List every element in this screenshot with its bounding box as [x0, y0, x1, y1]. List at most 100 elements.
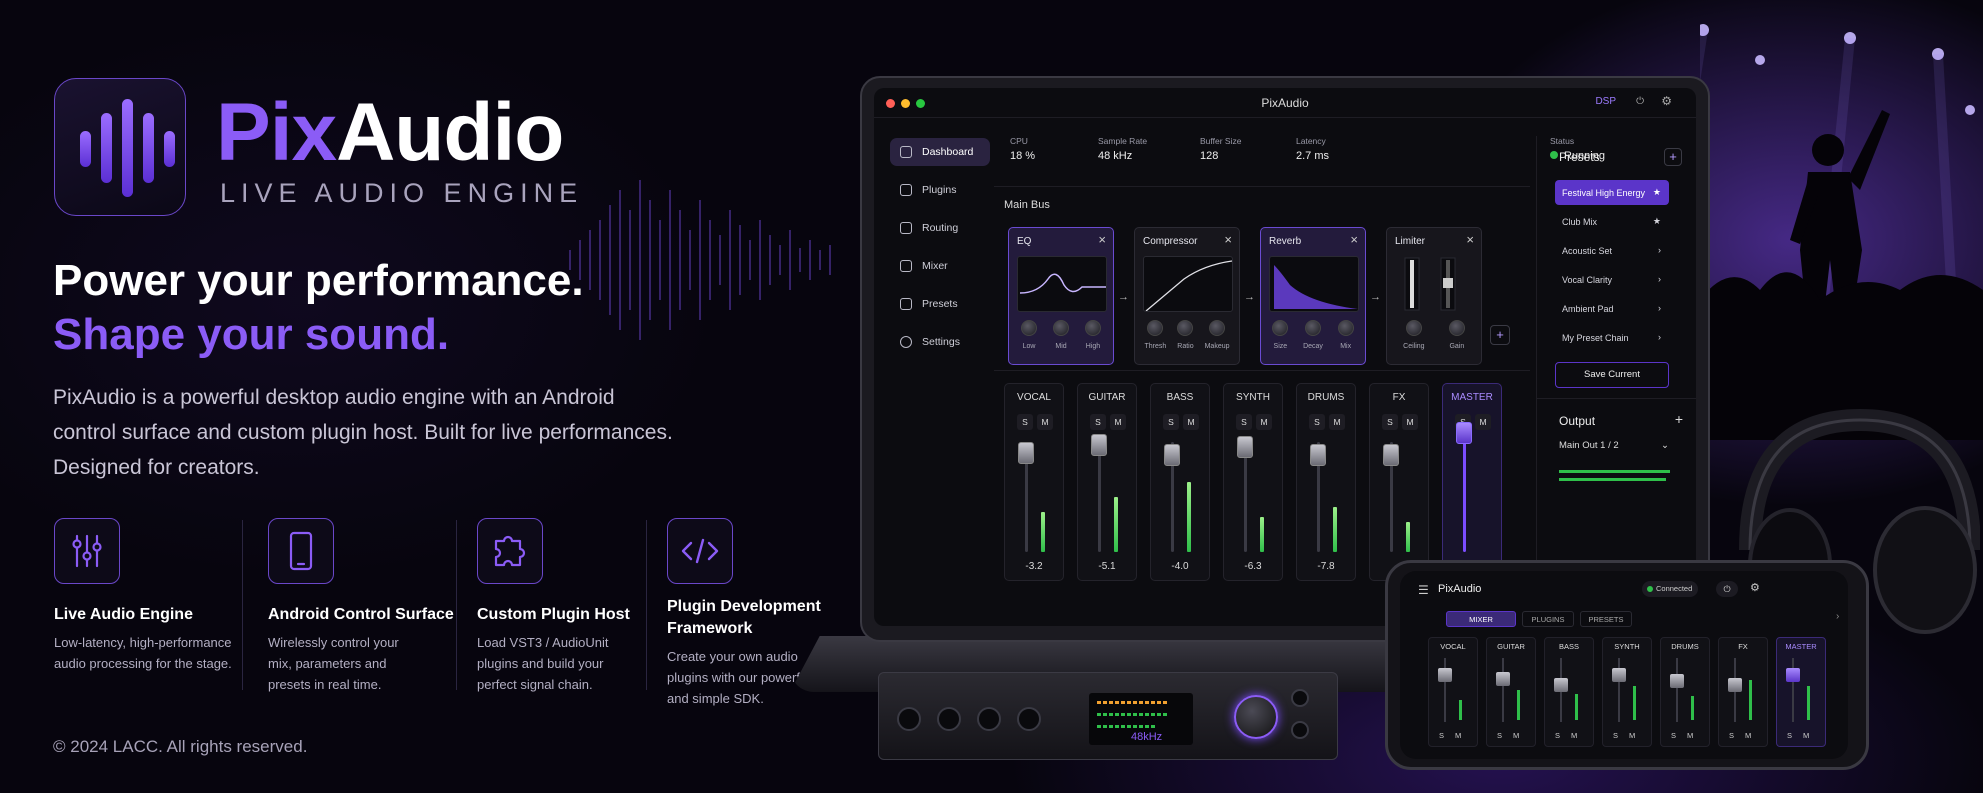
- fader-handle[interactable]: [1554, 678, 1568, 692]
- fader-handle[interactable]: [1237, 436, 1253, 458]
- preset-item[interactable]: Vocal Clarity ›: [1555, 267, 1669, 292]
- solo-button[interactable]: S: [1090, 414, 1106, 430]
- mixer-channel-bass: BASS S M -4.0: [1150, 383, 1210, 581]
- phone-channel-master: MASTER S M: [1776, 637, 1826, 747]
- preset-item[interactable]: Festival High Energy ★: [1555, 180, 1669, 205]
- close-icon[interactable]: ×: [1224, 232, 1232, 247]
- knob-mix[interactable]: Mix: [1337, 320, 1354, 350]
- hero-description: PixAudio is a powerful desktop audio eng…: [53, 386, 673, 479]
- preset-item[interactable]: Ambient Pad ›: [1555, 296, 1669, 321]
- tab-mixer[interactable]: MIXER: [1446, 611, 1516, 627]
- mute-button[interactable]: M: [1513, 731, 1519, 740]
- knob-mid[interactable]: Mid: [1053, 320, 1069, 350]
- preset-item[interactable]: My Preset Chain ›: [1555, 325, 1669, 350]
- gear-icon[interactable]: ⚙: [1750, 581, 1760, 594]
- plugin-eq[interactable]: EQ × Low Mid High: [1008, 227, 1114, 365]
- add-plugin-button[interactable]: +: [1490, 325, 1510, 345]
- add-preset-button[interactable]: +: [1664, 148, 1682, 166]
- mute-button[interactable]: M: [1256, 414, 1272, 430]
- knob-high[interactable]: High: [1085, 320, 1101, 350]
- power-icon[interactable]: ⏻: [1716, 581, 1738, 597]
- banner: PixAudio LIVE AUDIO ENGINE Power your pe…: [0, 0, 1983, 793]
- fader-handle[interactable]: [1612, 668, 1626, 682]
- mute-button[interactable]: M: [1629, 731, 1635, 740]
- fader-handle[interactable]: [1496, 672, 1510, 686]
- fader-handle[interactable]: [1310, 444, 1326, 466]
- solo-button[interactable]: S: [1613, 731, 1618, 740]
- fader-track: [1244, 442, 1247, 552]
- plugin-limiter[interactable]: Limiter × Ceiling Gain: [1386, 227, 1482, 365]
- mute-button[interactable]: M: [1687, 731, 1693, 740]
- mixer-panel: VOCAL S M -3.2 GUITAR S M -5.1 BASS S M -4.0 SYNTH S M…: [994, 370, 1530, 590]
- knob-makeup[interactable]: Makeup: [1205, 320, 1230, 350]
- sidebar-item-presets[interactable]: Presets: [890, 290, 990, 318]
- fader-handle[interactable]: [1383, 444, 1399, 466]
- knob-decay[interactable]: Decay: [1303, 320, 1323, 350]
- mute-button[interactable]: M: [1183, 414, 1199, 430]
- solo-button[interactable]: S: [1729, 731, 1734, 740]
- feature-title: Live Audio Engine: [54, 606, 193, 623]
- tab-plugins[interactable]: PLUGINS: [1522, 611, 1574, 627]
- preset-item[interactable]: Club Mix ★: [1555, 209, 1669, 234]
- output-select[interactable]: Main Out 1 / 2 ⌄: [1559, 440, 1669, 451]
- solo-button[interactable]: S: [1787, 731, 1792, 740]
- mute-button[interactable]: M: [1402, 414, 1418, 430]
- menu-icon[interactable]: ☰: [1418, 583, 1429, 597]
- solo-button[interactable]: S: [1439, 731, 1444, 740]
- mute-button[interactable]: M: [1329, 414, 1345, 430]
- sidebar-item-dashboard[interactable]: Dashboard: [890, 138, 990, 166]
- close-icon[interactable]: ×: [1466, 232, 1474, 247]
- mute-button[interactable]: M: [1037, 414, 1053, 430]
- star-icon[interactable]: ★: [1653, 187, 1661, 198]
- knob-gain[interactable]: Gain: [1448, 320, 1465, 350]
- knob-size[interactable]: Size: [1272, 320, 1289, 350]
- fader-handle[interactable]: [1786, 668, 1800, 682]
- knob-ratio[interactable]: Ratio: [1177, 320, 1194, 350]
- solo-button[interactable]: S: [1497, 731, 1502, 740]
- mute-button[interactable]: M: [1110, 414, 1126, 430]
- star-icon[interactable]: ★: [1653, 216, 1661, 227]
- solo-button[interactable]: S: [1309, 414, 1325, 430]
- mute-button[interactable]: M: [1745, 731, 1751, 740]
- solo-button[interactable]: S: [1236, 414, 1252, 430]
- sidebar-item-settings[interactable]: Settings: [890, 328, 990, 356]
- fader-handle[interactable]: [1164, 444, 1180, 466]
- plugin-compressor[interactable]: Compressor × Thresh Ratio Makeup: [1134, 227, 1240, 365]
- save-preset-button[interactable]: Save Current: [1555, 362, 1669, 388]
- solo-button[interactable]: S: [1555, 731, 1560, 740]
- fader-handle[interactable]: [1670, 674, 1684, 688]
- mute-button[interactable]: M: [1455, 731, 1461, 740]
- mute-button[interactable]: M: [1475, 414, 1491, 430]
- add-output-button[interactable]: +: [1675, 411, 1683, 427]
- fader-handle[interactable]: [1456, 422, 1472, 444]
- fader-handle[interactable]: [1438, 668, 1452, 682]
- sidebar-item-plugins[interactable]: Plugins: [890, 176, 990, 204]
- mute-button[interactable]: M: [1571, 731, 1577, 740]
- level-meter: [1807, 686, 1810, 720]
- solo-button[interactable]: S: [1163, 414, 1179, 430]
- preset-item[interactable]: Acoustic Set ›: [1555, 238, 1669, 263]
- solo-button[interactable]: S: [1382, 414, 1398, 430]
- plugin-reverb[interactable]: Reverb × Size Decay Mix: [1260, 227, 1366, 365]
- sidebar-item-mixer[interactable]: Mixer: [890, 252, 990, 280]
- knob-thresh[interactable]: Thresh: [1144, 320, 1166, 350]
- close-icon[interactable]: ×: [1098, 232, 1106, 247]
- gear-icon[interactable]: ⚙: [1661, 94, 1672, 108]
- tab-presets[interactable]: PRESETS: [1580, 611, 1632, 627]
- knob-low[interactable]: Low: [1021, 320, 1037, 350]
- chevron-right-icon[interactable]: ›: [1836, 611, 1839, 622]
- fader-handle[interactable]: [1091, 434, 1107, 456]
- dsp-badge[interactable]: DSP: [1595, 96, 1616, 107]
- presets-title: Presets: [1559, 150, 1600, 164]
- solo-button[interactable]: S: [1671, 731, 1676, 740]
- close-icon[interactable]: ×: [1350, 232, 1358, 247]
- mute-button[interactable]: M: [1803, 731, 1809, 740]
- sidebar-item-routing[interactable]: Routing: [890, 214, 990, 242]
- concert-background: [1700, 24, 1983, 440]
- power-icon[interactable]: ⏻: [1636, 96, 1644, 107]
- solo-button[interactable]: S: [1017, 414, 1033, 430]
- knob-ceiling[interactable]: Ceiling: [1403, 320, 1425, 350]
- fader-handle[interactable]: [1728, 678, 1742, 692]
- plugin-name: EQ: [1017, 236, 1032, 247]
- fader-handle[interactable]: [1018, 442, 1034, 464]
